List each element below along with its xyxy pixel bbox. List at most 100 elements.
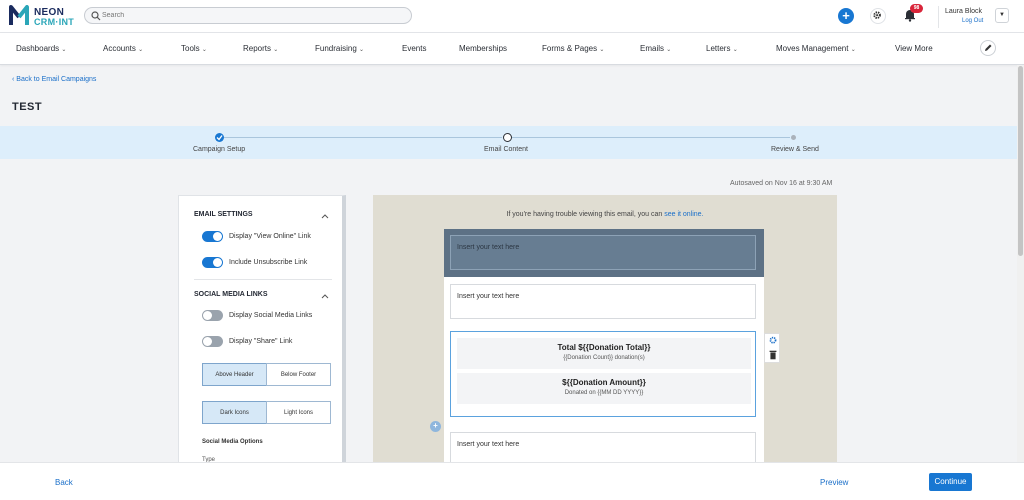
nav-tools[interactable]: Tools ⌄ bbox=[181, 44, 207, 53]
nav-moves-management[interactable]: Moves Management ⌄ bbox=[776, 44, 856, 53]
donation-summary-block[interactable]: Total ${{Donation Total}} {{Donation Cou… bbox=[450, 331, 756, 417]
dark-icons-option[interactable]: Dark Icons bbox=[202, 401, 267, 424]
nav-label: Emails bbox=[640, 44, 665, 53]
share-link-toggle[interactable] bbox=[202, 336, 223, 347]
step-complete-dot bbox=[215, 133, 224, 142]
logout-link[interactable]: Log Out bbox=[962, 18, 983, 24]
nav-label: Accounts bbox=[103, 44, 136, 53]
chevron-down-icon: ⌄ bbox=[732, 47, 738, 53]
nav-label: View More bbox=[895, 44, 933, 53]
view-online-toggle[interactable] bbox=[202, 231, 223, 242]
chevron-down-icon: ⌄ bbox=[850, 47, 856, 53]
search-icon bbox=[91, 11, 101, 21]
email-body: Insert your text here Insert your text h… bbox=[444, 229, 764, 465]
nav-reports[interactable]: Reports ⌄ bbox=[243, 44, 278, 53]
toggle-knob bbox=[213, 232, 222, 241]
settings-button[interactable] bbox=[870, 8, 886, 24]
nav-fundraising[interactable]: Fundraising ⌄ bbox=[315, 44, 364, 53]
donated-on: Donated on {{MM DD YYYY}} bbox=[564, 390, 644, 396]
divider bbox=[194, 279, 332, 280]
above-header-option[interactable]: Above Header bbox=[202, 363, 267, 386]
chevron-down-icon: ⌄ bbox=[359, 47, 365, 53]
scrollbar-thumb[interactable] bbox=[1018, 66, 1023, 256]
nav-label: Memberships bbox=[459, 44, 508, 53]
nav-view-more[interactable]: View More bbox=[895, 44, 933, 53]
nav-forms-pages[interactable]: Forms & Pages ⌄ bbox=[542, 44, 604, 53]
text-block[interactable]: Insert your text here bbox=[450, 284, 756, 319]
social-links-toggle[interactable] bbox=[202, 310, 223, 321]
light-icons-option[interactable]: Light Icons bbox=[266, 401, 331, 424]
unsubscribe-toggle[interactable] bbox=[202, 257, 223, 268]
view-online-notice: If you're having trouble viewing this em… bbox=[373, 211, 837, 218]
settings-sidebar: EMAIL SETTINGS Display "View Online" Lin… bbox=[178, 195, 346, 465]
back-link-label: Back to Email Campaigns bbox=[16, 76, 97, 83]
add-block-icon[interactable]: + bbox=[430, 421, 441, 432]
email-settings-heading: EMAIL SETTINGS bbox=[194, 211, 253, 218]
nav-accounts[interactable]: Accounts ⌄ bbox=[103, 44, 143, 53]
nav-label: Events bbox=[402, 44, 427, 53]
step-label-review-send: Review & Send bbox=[771, 146, 819, 153]
share-link-label: Display "Share" Link bbox=[229, 338, 293, 345]
chevron-down-icon: ⌄ bbox=[201, 47, 207, 53]
preview-button[interactable]: Preview bbox=[820, 478, 848, 487]
chevron-down-icon: ▼ bbox=[999, 12, 1005, 18]
donation-total-row: Total ${{Donation Total}} {{Donation Cou… bbox=[457, 338, 751, 369]
edit-nav-button[interactable] bbox=[980, 40, 996, 56]
nav-label: Letters bbox=[706, 44, 731, 53]
notification-count-badge: 98 bbox=[910, 4, 923, 13]
step-current-dot bbox=[503, 133, 512, 142]
gear-icon bbox=[873, 11, 881, 19]
view-online-label: Display "View Online" Link bbox=[229, 233, 311, 240]
user-menu-toggle[interactable]: ▼ bbox=[995, 8, 1009, 23]
nav-label: Reports bbox=[243, 44, 272, 53]
see-online-link[interactable]: see it online. bbox=[664, 211, 703, 218]
nav-events[interactable]: Events bbox=[402, 44, 426, 53]
step-label-campaign-setup: Campaign Setup bbox=[193, 146, 246, 153]
nav-emails[interactable]: Emails ⌄ bbox=[640, 44, 671, 53]
nav-memberships[interactable]: Memberships bbox=[459, 44, 507, 53]
header-text-block[interactable]: Insert your text here bbox=[450, 235, 756, 270]
unsubscribe-label: Include Unsubscribe Link bbox=[229, 259, 308, 266]
check-icon bbox=[216, 135, 223, 141]
user-name: Laura Block bbox=[945, 8, 982, 15]
search-input[interactable] bbox=[102, 8, 402, 23]
view-online-text: If you're having trouble viewing this em… bbox=[506, 211, 663, 218]
nav-dashboards[interactable]: Dashboards ⌄ bbox=[16, 44, 66, 53]
back-to-campaigns-link[interactable]: ‹ Back to Email Campaigns bbox=[12, 76, 96, 83]
chevron-down-icon: ⌄ bbox=[599, 47, 605, 53]
search-bar[interactable] bbox=[84, 7, 412, 24]
trash-icon[interactable] bbox=[766, 349, 780, 361]
chevron-down-icon: ⌄ bbox=[666, 47, 672, 53]
step-connector bbox=[512, 137, 790, 138]
neon-logo-mark bbox=[9, 5, 29, 25]
step-label-email-content: Email Content bbox=[484, 146, 528, 153]
nav-letters[interactable]: Letters ⌄ bbox=[706, 44, 738, 53]
pencil-icon bbox=[985, 44, 992, 51]
top-bar: NEON CRM·INT + 98 Laura Block Log Out ▼ bbox=[0, 0, 1024, 33]
chevron-down-icon: ⌄ bbox=[273, 47, 279, 53]
chevron-up-icon[interactable] bbox=[320, 212, 330, 220]
nav-label: Dashboards bbox=[16, 44, 60, 53]
chevron-down-icon: ⌄ bbox=[61, 47, 67, 53]
text-block[interactable]: Insert your text here bbox=[450, 432, 756, 465]
neon-logo[interactable]: NEON CRM·INT bbox=[9, 5, 79, 29]
step-upcoming-dot bbox=[791, 135, 796, 140]
email-header-block[interactable]: Insert your text here bbox=[444, 229, 764, 277]
nav-label: Fundraising bbox=[315, 44, 357, 53]
nav-label: Moves Management bbox=[776, 44, 849, 53]
chevron-up-icon[interactable] bbox=[320, 292, 330, 300]
step-connector bbox=[224, 137, 502, 138]
gear-icon[interactable] bbox=[766, 335, 780, 347]
autosave-status: Autosaved on Nov 16 at 9:30 AM bbox=[730, 180, 833, 187]
donation-amount-row: ${{Donation Amount}} Donated on {{MM DD … bbox=[457, 373, 751, 404]
below-footer-option[interactable]: Below Footer bbox=[266, 363, 331, 386]
social-options-heading: Social Media Options bbox=[202, 439, 263, 445]
progress-stepper: Campaign Setup Email Content Review & Se… bbox=[0, 126, 1024, 159]
logo-text-crm: CRM·INT bbox=[34, 17, 75, 27]
main-nav: Dashboards ⌄ Accounts ⌄ Tools ⌄ Reports … bbox=[0, 33, 1024, 65]
email-editor-canvas: If you're having trouble viewing this em… bbox=[373, 195, 837, 465]
back-button[interactable]: Back bbox=[55, 478, 73, 487]
user-menu: Laura Block Log Out ▼ bbox=[938, 6, 1009, 28]
continue-button[interactable]: Continue bbox=[929, 473, 972, 491]
add-button[interactable]: + bbox=[838, 8, 854, 24]
